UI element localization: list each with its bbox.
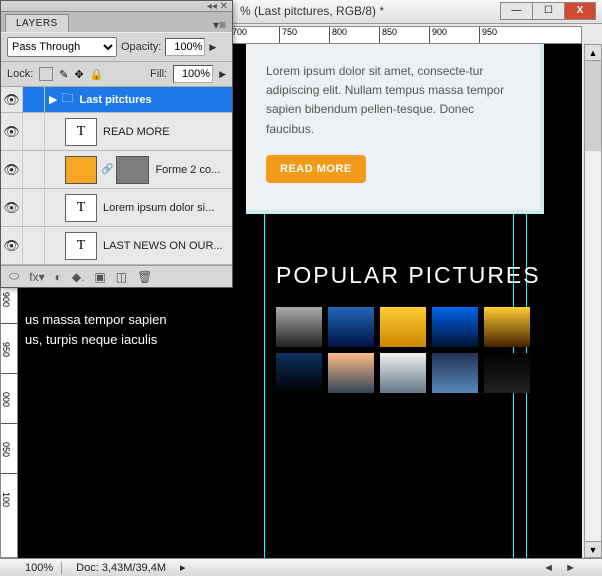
thumbnail: [432, 307, 478, 347]
new-layer-icon[interactable]: ◫: [116, 270, 127, 284]
text-layer-thumb-icon: T: [65, 232, 97, 260]
thumbnail: [380, 307, 426, 347]
ruler-tick: 000: [1, 373, 17, 423]
text-layer-thumb-icon: T: [65, 194, 97, 222]
read-more-button: READ MORE: [266, 155, 366, 183]
ruler-tick: 900: [429, 27, 479, 43]
thumbnail: [432, 353, 478, 393]
text-line: us massa tempor sapien: [25, 310, 167, 330]
folder-expand-icon[interactable]: ▶: [49, 93, 57, 106]
layer-name[interactable]: Lorem ipsum dolor si...: [103, 202, 232, 214]
vertical-ruler[interactable]: 900 950 000 050 100: [0, 272, 18, 558]
vertical-scrollbar[interactable]: ▲ ▼: [584, 44, 602, 558]
fill-slider-icon[interactable]: ▶: [219, 69, 226, 80]
thumbnail: [484, 353, 530, 393]
lock-move-icon[interactable]: ✥: [75, 68, 84, 81]
ruler-tick: 100: [1, 473, 17, 523]
opacity-input[interactable]: [165, 38, 205, 56]
fill-input[interactable]: [173, 65, 213, 83]
layer-name[interactable]: LAST NEWS ON OUR...: [103, 240, 232, 252]
status-navigate[interactable]: ◄ ►: [543, 562, 580, 574]
ruler-tick: 800: [329, 27, 379, 43]
visibility-eye-icon[interactable]: 👁: [1, 189, 23, 226]
popular-section: POPULAR PICTURES: [276, 262, 541, 393]
thumbnail: [380, 353, 426, 393]
window-buttons: — ☐ X: [500, 2, 596, 20]
document-size: Doc: 3,43M/39,4M: [76, 562, 166, 574]
text-line: us, turpis neque iaculis: [25, 330, 167, 350]
panel-footer: ⬭ fx▾ ◐ ◆. ▣ ◫ 🗑: [1, 265, 232, 287]
opacity-slider-icon[interactable]: ▶: [209, 42, 216, 53]
scroll-up-arrow-icon[interactable]: ▲: [585, 45, 601, 61]
ruler-tick: 950: [1, 323, 17, 373]
close-button[interactable]: X: [564, 2, 596, 20]
layer-name[interactable]: Forme 2 co...: [155, 164, 232, 176]
card-text: Lorem ipsum dolor sit amet, consecte-tur…: [266, 62, 520, 139]
ruler-tick: 700: [229, 27, 279, 43]
thumbnail: [484, 307, 530, 347]
visibility-eye-icon[interactable]: 👁: [1, 87, 23, 112]
panel-grip[interactable]: ◂◂ ✕: [1, 1, 232, 11]
ruler-tick: 050: [1, 423, 17, 473]
zoom-level[interactable]: 100%: [25, 562, 62, 574]
ruler-tick: 750: [279, 27, 329, 43]
thumbnail: [276, 307, 322, 347]
link-icon: 🔗: [101, 164, 113, 175]
panel-menu-icon[interactable]: ▾≡: [207, 18, 232, 32]
document-title: % (Last pitctures, RGB/8) *: [240, 4, 384, 18]
layer-mask-icon[interactable]: ◐: [55, 270, 62, 284]
adjustment-layer-icon[interactable]: ◆.: [72, 270, 85, 284]
scroll-down-arrow-icon[interactable]: ▼: [585, 541, 601, 557]
visibility-eye-icon[interactable]: 👁: [1, 113, 23, 150]
layer-style-icon[interactable]: fx▾: [29, 270, 44, 284]
layers-tab[interactable]: LAYERS: [5, 14, 69, 32]
blend-mode-select[interactable]: Pass Through: [7, 37, 117, 57]
layer-row[interactable]: 👁 T LAST NEWS ON OUR...: [1, 227, 232, 265]
fill-label: Fill:: [150, 68, 167, 80]
blend-row: Pass Through Opacity: ▶: [1, 32, 232, 61]
status-bar: 100% Doc: 3,43M/39,4M ▸ ◄ ►: [0, 558, 602, 576]
layer-list: 👁 ▶ 🗀 Last pitctures 👁 T READ MORE 👁 🔗 F…: [1, 87, 232, 265]
opacity-label: Opacity:: [121, 41, 161, 53]
layer-name[interactable]: Last pitctures: [79, 94, 232, 106]
ruler-tick: 950: [479, 27, 529, 43]
layer-row[interactable]: 👁 T Lorem ipsum dolor si...: [1, 189, 232, 227]
new-group-icon[interactable]: ▣: [94, 270, 105, 284]
doc-info-arrow-icon[interactable]: ▸: [180, 561, 186, 574]
text-layer-thumb-icon: T: [65, 118, 97, 146]
thumbnail: [328, 353, 374, 393]
layer-name[interactable]: READ MORE: [103, 126, 232, 138]
lock-all-icon[interactable]: 🔒: [90, 68, 104, 81]
visibility-eye-icon[interactable]: 👁: [1, 227, 23, 264]
link-layers-icon[interactable]: ⬭: [9, 269, 19, 284]
layer-row[interactable]: 👁 🔗 Forme 2 co...: [1, 151, 232, 189]
canvas-overflow-text: us massa tempor sapien us, turpis neque …: [25, 310, 167, 349]
thumbnail: [328, 307, 374, 347]
lock-transparency-icon[interactable]: [39, 67, 53, 81]
lock-brush-icon[interactable]: ✎: [59, 68, 68, 81]
minimize-button[interactable]: —: [500, 2, 532, 20]
lock-label: Lock:: [7, 68, 33, 80]
thumbnail: [276, 353, 322, 393]
popular-heading: POPULAR PICTURES: [276, 262, 541, 289]
layers-panel[interactable]: ◂◂ ✕ LAYERS ▾≡ Pass Through Opacity: ▶ L…: [0, 0, 233, 288]
lock-row: Lock: ✎ ✥ 🔒 Fill: ▶: [1, 61, 232, 87]
layer-row[interactable]: 👁 T READ MORE: [1, 113, 232, 151]
vector-mask-thumb-icon: [117, 156, 149, 184]
layer-row-group[interactable]: 👁 ▶ 🗀 Last pitctures: [1, 87, 232, 113]
delete-layer-icon[interactable]: 🗑: [137, 270, 152, 284]
maximize-button[interactable]: ☐: [532, 2, 564, 20]
visibility-eye-icon[interactable]: 👁: [1, 151, 23, 188]
shape-layer-thumb-icon: [65, 156, 97, 184]
panel-tab-row: LAYERS ▾≡: [1, 11, 232, 32]
thumbnail-grid: [276, 307, 536, 393]
folder-icon: 🗀: [61, 89, 73, 110]
content-card: Lorem ipsum dolor sit amet, consecte-tur…: [246, 44, 544, 214]
ruler-tick: 850: [379, 27, 429, 43]
scroll-thumb[interactable]: [585, 61, 601, 151]
